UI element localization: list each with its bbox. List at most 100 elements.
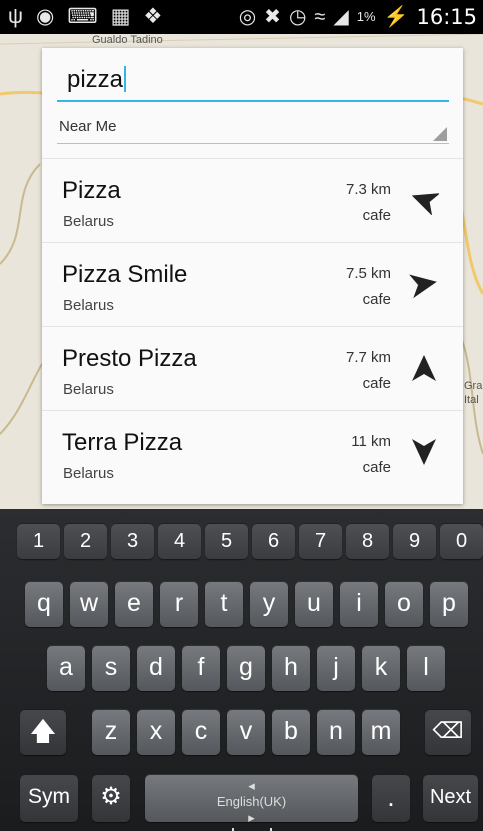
result-item[interactable]: Pizza Belarus 7.3 km cafe <box>42 158 463 242</box>
direction-arrow-icon <box>411 193 439 215</box>
result-name: Presto Pizza <box>62 345 197 372</box>
battery-percent: 1% <box>356 9 376 24</box>
vibrate-icon: ◎ <box>238 6 257 28</box>
key-2[interactable]: 2 <box>64 523 107 559</box>
map-label: Ital <box>464 394 479 406</box>
key-q[interactable]: q <box>25 581 63 627</box>
search-text: pizza <box>67 66 124 93</box>
battery-charging-icon: ⚡ <box>383 6 409 28</box>
shift-key[interactable]: 🡅 <box>20 709 66 755</box>
result-distance: 7.7 km <box>345 349 391 366</box>
status-right-icons: ◎ ✖ ◷ ≈ ◢ 1% ⚡ 16:15 <box>239 3 477 31</box>
key-f[interactable]: f <box>182 645 220 691</box>
key-s[interactable]: s <box>92 645 130 691</box>
mute-icon: ✖ <box>264 6 281 28</box>
space-key[interactable]: ◂ English(UK) ▸ <box>145 774 358 831</box>
wifi-icon: ≈ <box>314 6 326 28</box>
results-list: Pizza Belarus 7.3 km cafe Pizza Smile Be… <box>42 158 463 494</box>
next-key[interactable]: Next <box>423 774 478 822</box>
keyboard-icon: ⌨ <box>67 5 98 28</box>
result-item[interactable]: Presto Pizza Belarus 7.7 km cafe <box>42 326 463 410</box>
key-b[interactable]: b <box>272 709 310 755</box>
key-7[interactable]: 7 <box>299 523 342 559</box>
shift-arrow-icon: 🡅 <box>29 716 57 746</box>
result-distance: 7.5 km <box>345 265 391 282</box>
period-key[interactable]: . <box>372 774 410 822</box>
text-caret <box>124 66 127 92</box>
dropbox-icon: ❖ <box>143 5 163 28</box>
status-bar: ψ ◉ ⌨ ▦ ❖ ◎ ✖ ◷ ≈ ◢ 1% ⚡ 16:15 <box>0 0 483 34</box>
map-label: Gra <box>464 380 483 392</box>
settings-key[interactable]: ⚙ <box>92 774 130 822</box>
search-field[interactable]: pizza <box>57 56 449 102</box>
key-w[interactable]: w <box>70 581 108 627</box>
key-9[interactable]: 9 <box>393 523 436 559</box>
gps-icon: ◉ <box>35 5 55 28</box>
key-c[interactable]: c <box>182 709 220 755</box>
search-input[interactable]: pizza <box>67 66 127 94</box>
result-name: Pizza <box>62 177 121 204</box>
result-item[interactable]: Terra Pizza Belarus 11 km cafe <box>42 410 463 494</box>
key-z[interactable]: z <box>92 709 130 755</box>
key-k[interactable]: k <box>362 645 400 691</box>
key-5[interactable]: 5 <box>205 523 248 559</box>
search-dialog: pizza Near Me Pizza Belarus 7.3 km cafe … <box>42 48 463 504</box>
gear-icon: ⚙ <box>100 783 122 810</box>
map-label: Gualdo Tadino <box>92 34 163 46</box>
key-y[interactable]: y <box>250 581 288 627</box>
result-type: cafe <box>362 291 391 308</box>
key-u[interactable]: u <box>295 581 333 627</box>
location-filter-dropdown[interactable]: Near Me <box>57 114 449 144</box>
clock: 16:15 <box>416 5 477 29</box>
key-j[interactable]: j <box>317 645 355 691</box>
key-p[interactable]: p <box>430 581 468 627</box>
key-r[interactable]: r <box>160 581 198 627</box>
key-a[interactable]: a <box>47 645 85 691</box>
backspace-icon: ⌫ <box>432 718 464 743</box>
key-1[interactable]: 1 <box>17 523 60 559</box>
key-i[interactable]: i <box>340 581 378 627</box>
key-d[interactable]: d <box>137 645 175 691</box>
result-country: Belarus <box>63 213 114 230</box>
location-filter-value: Near Me <box>59 118 117 135</box>
result-type: cafe <box>362 459 391 476</box>
key-n[interactable]: n <box>317 709 355 755</box>
result-type: cafe <box>362 207 391 224</box>
sym-key[interactable]: Sym <box>20 774 78 822</box>
result-country: Belarus <box>63 465 114 482</box>
language-name: English(UK) <box>216 794 287 809</box>
key-l[interactable]: l <box>407 645 445 691</box>
key-e[interactable]: e <box>115 581 153 627</box>
backspace-key[interactable]: ⌫ <box>425 709 471 755</box>
soft-keyboard: 1 2 3 4 5 6 7 8 9 0 q w e r t y u i o p … <box>0 509 483 831</box>
result-country: Belarus <box>63 381 114 398</box>
key-0[interactable]: 0 <box>440 523 483 559</box>
direction-arrow-icon <box>412 355 436 381</box>
result-distance: 11 km <box>351 433 391 450</box>
key-3[interactable]: 3 <box>111 523 154 559</box>
key-4[interactable]: 4 <box>158 523 201 559</box>
key-h[interactable]: h <box>272 645 310 691</box>
status-left-icons: ψ ◉ ⌨ ▦ ❖ <box>8 3 162 31</box>
result-country: Belarus <box>63 297 114 314</box>
key-g[interactable]: g <box>227 645 265 691</box>
result-distance: 7.3 km <box>345 181 391 198</box>
result-name: Pizza Smile <box>62 261 188 288</box>
result-type: cafe <box>362 375 391 392</box>
key-8[interactable]: 8 <box>346 523 389 559</box>
direction-arrow-icon <box>409 274 437 299</box>
language-label: ◂ English(UK) ▸ <box>145 778 358 826</box>
key-v[interactable]: v <box>227 709 265 755</box>
key-6[interactable]: 6 <box>252 523 295 559</box>
key-m[interactable]: m <box>362 709 400 755</box>
result-item[interactable]: Pizza Smile Belarus 7.5 km cafe <box>42 242 463 326</box>
result-name: Terra Pizza <box>62 429 183 456</box>
dropdown-corner-icon <box>433 127 447 141</box>
signal-icon: ◢ <box>333 6 349 28</box>
usb-icon: ψ <box>8 5 23 28</box>
key-t[interactable]: t <box>205 581 243 627</box>
key-o[interactable]: o <box>385 581 423 627</box>
key-x[interactable]: x <box>137 709 175 755</box>
direction-arrow-icon <box>412 439 436 465</box>
sd-card-icon: ▦ <box>110 5 131 28</box>
